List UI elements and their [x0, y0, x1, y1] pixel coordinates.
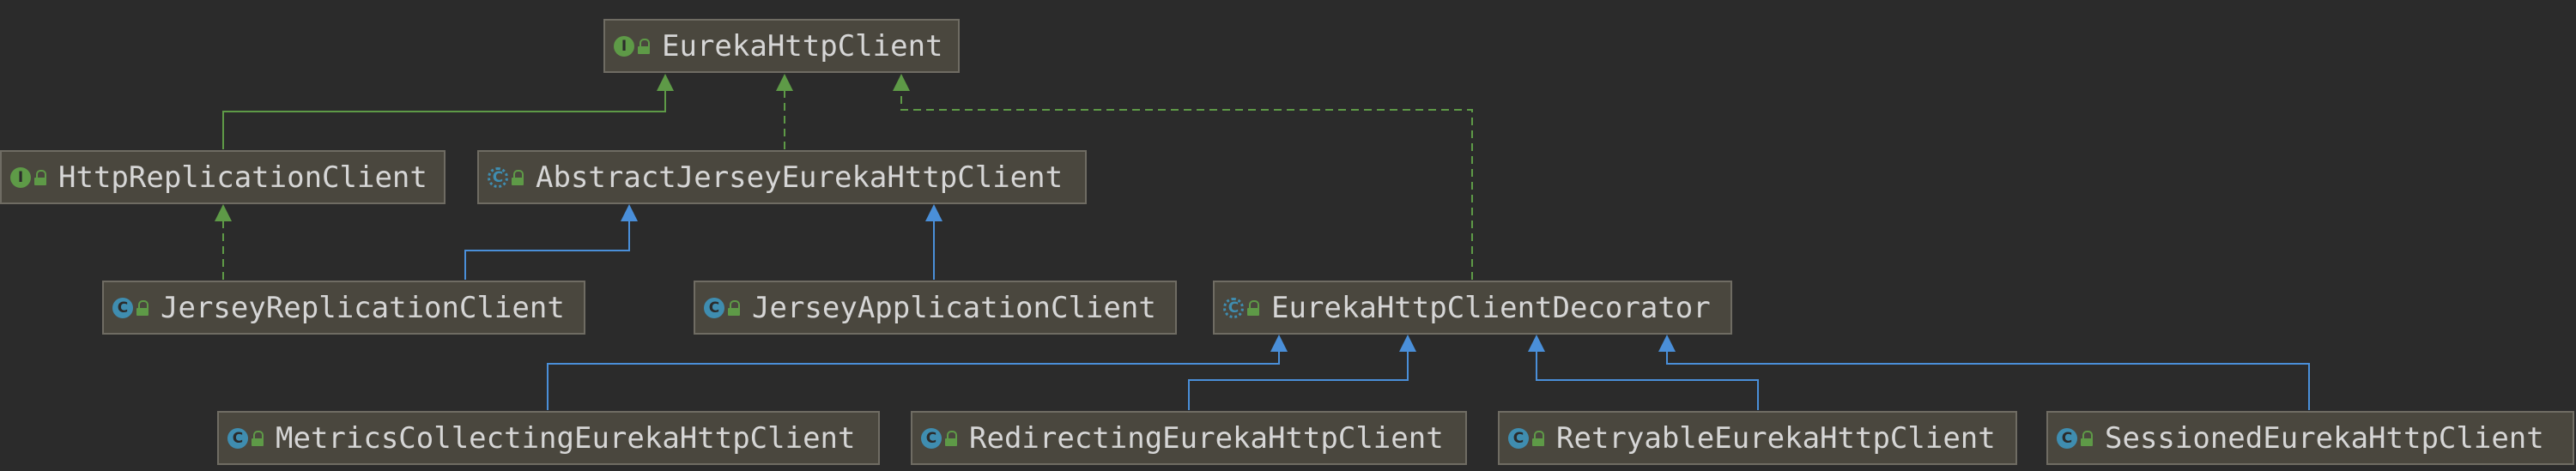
edge-line [464, 220, 630, 280]
lock-icon [512, 169, 524, 185]
node-jersey-application-client[interactable]: C JerseyApplicationClient [694, 281, 1177, 335]
class-icon: C [227, 427, 248, 449]
node-http-replication-client[interactable]: I HttpReplicationClient [0, 150, 445, 204]
edge-arrowhead [776, 74, 793, 91]
edge-line [222, 89, 666, 149]
edge-JerseyApplicationClient-to-AbstractJerseyEurekaHttpClient [925, 204, 943, 280]
node-label: JerseyApplicationClient [752, 290, 1156, 325]
node-redirecting-eureka-http-client[interactable]: C RedirectingEurekaHttpClient [911, 411, 1467, 465]
edge-JerseyReplicationClient-to-HttpReplicationClient [215, 204, 232, 280]
lock-icon [638, 38, 650, 54]
lock-icon [728, 299, 740, 316]
abstract-class-icon: C [488, 166, 508, 188]
edge-line [547, 350, 1280, 410]
node-label: EurekaHttpClientDecorator [1271, 290, 1711, 325]
class-icon: C [921, 427, 942, 449]
edge-arrowhead [1399, 335, 1416, 352]
lock-icon [1247, 299, 1259, 316]
abstract-class-icon: C [1223, 297, 1244, 318]
node-label: MetricsCollectingEurekaHttpClient [276, 420, 856, 456]
node-sessioned-eureka-http-client[interactable]: C SessionedEurekaHttpClient [2046, 411, 2574, 465]
edge-AbstractJerseyEurekaHttpClient-to-EurekaHttpClient [776, 74, 793, 149]
node-jersey-replication-client[interactable]: C JerseyReplicationClient [102, 281, 585, 335]
lock-icon [1532, 430, 1544, 446]
edge-arrowhead [1658, 335, 1676, 352]
edge-line [1666, 350, 2310, 410]
class-icon: C [704, 297, 724, 318]
lock-icon [34, 169, 46, 185]
edge-SessionedEurekaHttpClient-to-EurekaHttpClientDecorator [1658, 335, 2310, 410]
lock-icon [945, 430, 957, 446]
edge-line [1536, 350, 1759, 410]
node-label: RedirectingEurekaHttpClient [969, 420, 1444, 456]
edge-arrowhead [925, 204, 943, 221]
node-label: AbstractJerseyEurekaHttpClient [536, 160, 1064, 195]
node-abstract-jersey-eureka-http-client[interactable]: C AbstractJerseyEurekaHttpClient [477, 150, 1087, 204]
node-eureka-http-client[interactable]: I EurekaHttpClient [603, 19, 960, 73]
inheritance-edges [215, 74, 2310, 410]
edge-line [1188, 350, 1409, 410]
edge-JerseyReplicationClient-to-AbstractJerseyEurekaHttpClient [464, 204, 638, 280]
interface-icon: I [614, 35, 634, 57]
class-icon: C [1508, 427, 1529, 449]
edge-arrowhead [215, 204, 232, 221]
edge-arrowhead [657, 74, 674, 91]
edge-arrowhead [621, 204, 638, 221]
node-metrics-collecting-eureka-http-client[interactable]: C MetricsCollectingEurekaHttpClient [217, 411, 880, 465]
node-label: EurekaHttpClient [662, 28, 943, 63]
interface-icon: I [10, 166, 31, 188]
lock-icon [136, 299, 148, 316]
class-icon: C [2057, 427, 2077, 449]
lock-icon [252, 430, 264, 446]
edge-arrowhead [1270, 335, 1288, 352]
edge-arrowhead [1528, 335, 1545, 352]
edge-RedirectingEurekaHttpClient-to-EurekaHttpClientDecorator [1188, 335, 1416, 410]
edge-arrowhead [893, 74, 910, 91]
class-icon: C [112, 297, 133, 318]
node-retryable-eureka-http-client[interactable]: C RetryableEurekaHttpClient [1498, 411, 2017, 465]
edge-HttpReplicationClient-to-EurekaHttpClient [222, 74, 674, 149]
node-label: JerseyReplicationClient [161, 290, 565, 325]
node-label: HttpReplicationClient [58, 160, 427, 195]
edge-MetricsCollectingEurekaHttpClient-to-EurekaHttpClientDecorator [547, 335, 1288, 410]
node-eureka-http-client-decorator[interactable]: C EurekaHttpClientDecorator [1213, 281, 1732, 335]
uml-class-diagram: I EurekaHttpClient I HttpReplicationClie… [0, 0, 2576, 471]
edge-RetryableEurekaHttpClient-to-EurekaHttpClientDecorator [1528, 335, 1759, 410]
lock-icon [2081, 430, 2093, 446]
node-label: SessionedEurekaHttpClient [2105, 420, 2544, 456]
node-label: RetryableEurekaHttpClient [1556, 420, 1996, 456]
